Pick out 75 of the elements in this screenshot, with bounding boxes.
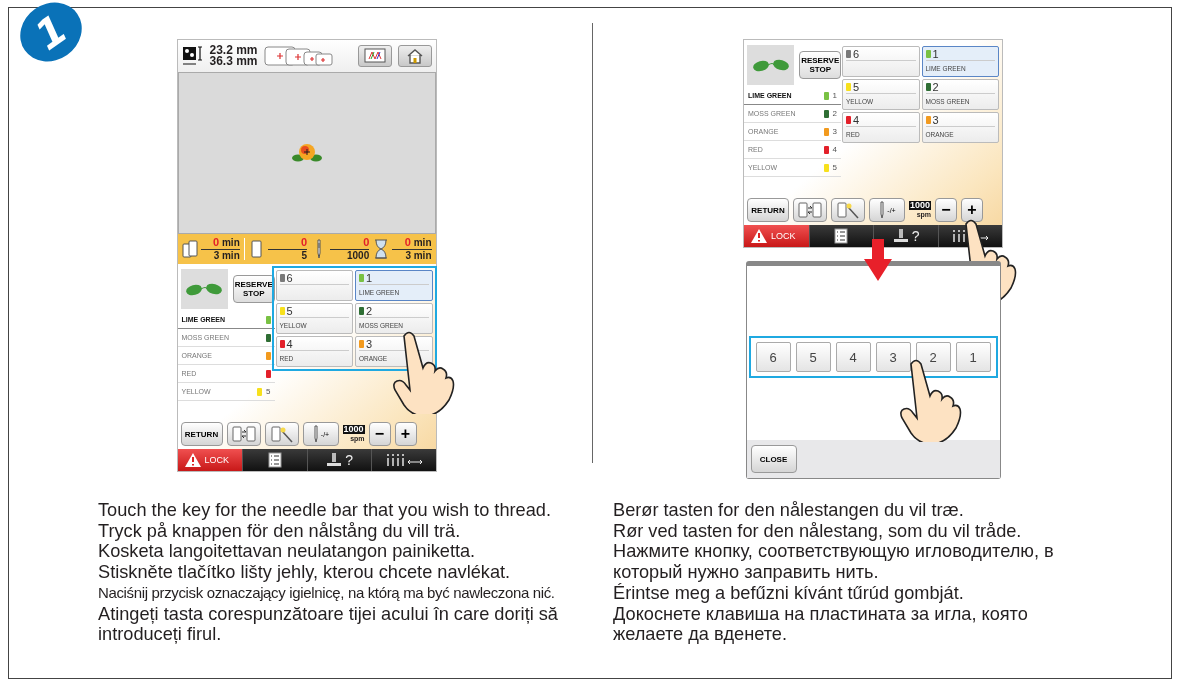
presser-foot-icon [891, 228, 910, 244]
needle-key[interactable]: 6 [275, 270, 353, 301]
reserve-stop-button[interactable]: RESERVE STOP [799, 51, 841, 79]
needle-bar-key[interactable]: 4 [835, 342, 871, 372]
increase-speed-button[interactable]: + [961, 198, 984, 222]
monitor-icon [363, 48, 386, 64]
return-button[interactable]: RETURN [747, 198, 789, 222]
warning-icon [183, 452, 202, 468]
instruction-text: Tryck på knappen för den nålstång du vill trä. [98, 520, 462, 542]
instruction-text: Naciśnij przycisk oznaczający igielnicę, na którą ma być nawleczona nić. [98, 582, 556, 603]
checklist-icon [834, 228, 849, 244]
needle-bars-arrow-icon [384, 453, 423, 467]
instruction-text: Stiskněte tlačítko lišty jehly, kterou chcete navlékat. [98, 562, 512, 583]
height-readout: 36.3 mm [209, 56, 258, 67]
presser-foot-help-button[interactable]: ? [306, 449, 371, 471]
instruction-text: Atingeți tasta corespunzătoare tijei acului în care doriți să introduceți firul. [98, 603, 559, 645]
flower-design-drawing [291, 142, 322, 164]
thread-display-button[interactable] [357, 45, 392, 67]
two-spools-icon [181, 239, 198, 259]
instruction-text: Berør tasten for den nålestangen du vil træ. [613, 500, 965, 521]
checklist-button[interactable] [242, 449, 307, 471]
spool-wand-icon [835, 201, 861, 219]
elapsed-value: 0 [330, 236, 370, 250]
speed-value: 1000 [342, 425, 365, 434]
needle-bar-key[interactable]: 5 [795, 342, 831, 372]
leaves-drawing [751, 57, 790, 73]
reserve-stop-button[interactable]: RESERVE STOP [232, 275, 275, 303]
speed-value: 1000 [909, 201, 932, 210]
instruction-text: Докоснете клавиша на пластината за игла, която желаете да вденете. [613, 603, 1029, 645]
spool-wand-button[interactable] [264, 422, 299, 446]
checklist-icon [267, 452, 282, 468]
warning-icon [750, 228, 768, 244]
needle-bar-key[interactable]: 1 [955, 342, 991, 372]
increase-speed-button[interactable]: + [394, 422, 417, 446]
checklist-button[interactable] [808, 225, 873, 247]
return-button[interactable]: RETURN [180, 422, 223, 446]
presser-foot-icon [325, 452, 344, 468]
needle-key[interactable]: 6 [842, 46, 920, 77]
lock-button[interactable]: LOCK [744, 225, 809, 247]
presser-foot-help-button[interactable]: ? [873, 225, 938, 247]
total-value: 3 min [405, 250, 432, 262]
needle-icon [311, 425, 320, 443]
elapsed-value: 0 min [200, 236, 240, 250]
total-value: 1000 [347, 250, 370, 262]
needle-bar-key[interactable]: 6 [755, 342, 791, 372]
width-readout: 23.2 mm [209, 45, 258, 56]
embroidery-size-icon [181, 46, 204, 66]
elapsed-value: 0 min [392, 236, 432, 250]
home-icon [405, 48, 424, 64]
instruction-text: Нажмите кнопку, соответствующую игловодителю, в который нужно заправить нить. [613, 541, 1055, 583]
lock-button[interactable]: LOCK [177, 449, 242, 471]
instruction-text: Kosketa langoitettavan neulatangon painiketta. [98, 541, 477, 563]
instruction-text: Érintse meg a befűzni kívánt tűrúd gombját. [613, 582, 965, 604]
needle-bar-key[interactable]: 3 [875, 342, 911, 372]
spool-swap-button[interactable] [226, 422, 261, 446]
spool-wand-icon [268, 425, 295, 443]
decrease-speed-button[interactable]: − [935, 198, 958, 222]
needle-icon [878, 201, 887, 219]
instruction-text: Rør ved tasten for den nålestang, som du vil tråde. [613, 520, 1023, 542]
close-button[interactable]: CLOSE [750, 445, 797, 473]
spools-swap-icon [797, 201, 823, 219]
home-button[interactable] [397, 45, 432, 67]
spools-swap-icon [230, 425, 257, 443]
instruction-text: Touch the key for the needle bar that you wish to thread. [98, 500, 552, 521]
hourglass-icon [373, 239, 390, 259]
needle-bar-key[interactable]: 2 [915, 342, 951, 372]
spool-swap-button[interactable] [793, 198, 827, 222]
leaves-drawing [185, 281, 224, 297]
spool-icon [248, 239, 265, 259]
total-value: 3 min [213, 250, 240, 262]
needle-bar-threading-button[interactable] [371, 449, 436, 471]
spool-wand-button[interactable] [831, 198, 865, 222]
total-value: 5 [301, 250, 307, 262]
elapsed-value: 0 [267, 236, 307, 250]
decrease-speed-button[interactable]: − [368, 422, 391, 446]
